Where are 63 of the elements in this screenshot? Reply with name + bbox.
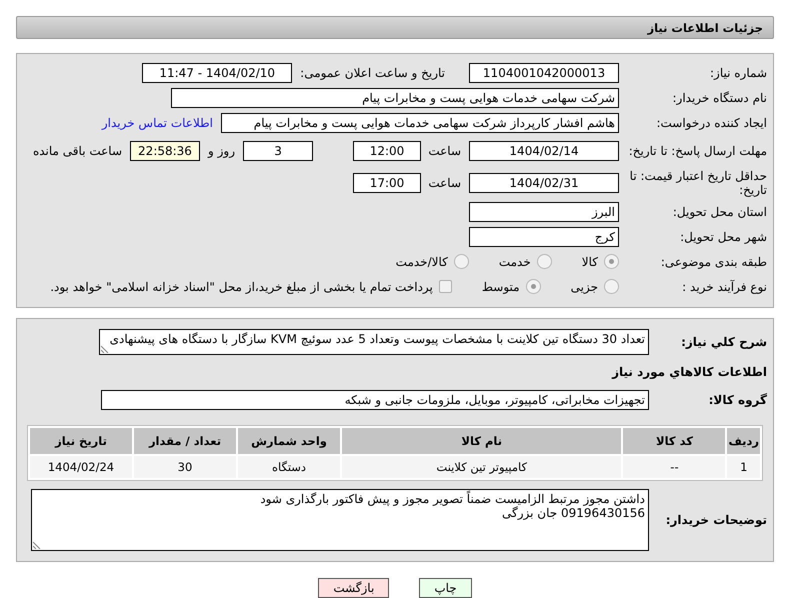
validity-time-field[interactable]: 17:00 (353, 173, 421, 193)
field-label: روز و (208, 144, 235, 158)
validity-date-field[interactable]: 1404/02/31 (469, 173, 619, 193)
field-label: تاریخ و ساعت اعلان عمومی: (300, 66, 445, 80)
radio-button[interactable] (604, 279, 619, 294)
column-header: ردیف (727, 428, 760, 454)
radio-button[interactable] (604, 254, 619, 269)
field-label: شرح کلي نياز: (680, 335, 767, 349)
announce-date-field[interactable]: 1404/02/10 - 11:47 (142, 62, 292, 82)
field-label: توضیحات خریدار: (664, 513, 767, 527)
table-cell: -- (623, 456, 726, 478)
table-cell: دستگاه (238, 456, 340, 478)
column-header: کد کالا (623, 428, 726, 454)
need-number-field[interactable]: 1104001042000013 (469, 62, 619, 82)
radio-label: کالا/خدمت (396, 254, 448, 268)
field-label: ساعت باقی مانده (32, 144, 122, 158)
city-field[interactable]: کرج (469, 226, 619, 246)
resize-grip-icon[interactable] (101, 345, 109, 353)
table-cell: 30 (134, 456, 236, 478)
field-label: استان محل تحویل: (672, 204, 767, 218)
buyer-contact-link[interactable]: اطلاعات تماس خریدار (102, 116, 213, 130)
column-header: تعداد / مقدار (134, 428, 236, 454)
table-cell: 1404/02/24 (30, 456, 132, 478)
back-button[interactable]: بازگشت (318, 578, 390, 598)
field-label: مهلت ارسال پاسخ: تا تاریخ: (628, 144, 767, 158)
field-label: ساعت (429, 144, 461, 158)
goods-group-field[interactable]: تجهیزات مخابراتی، کامپیوتر، موبایل، ملزومات جانبی و شبکه (101, 390, 649, 410)
radio-button[interactable] (454, 254, 469, 269)
deadline-time-field[interactable]: 12:00 (353, 141, 421, 161)
field-label: نام دستگاه خریدار: (672, 90, 767, 104)
radio-label: خدمت (498, 254, 531, 268)
province-field[interactable]: البرز (469, 202, 619, 222)
resize-grip-icon[interactable] (33, 541, 41, 549)
remaining-time-field[interactable]: 22:58:36 (130, 141, 200, 161)
radio-label: جزیی (570, 280, 598, 294)
page-title: جزئیات اطلاعات نیاز (647, 20, 763, 34)
section-heading: اطلاعات کالاهاي مورد نياز (610, 364, 767, 381)
checkbox-label: پرداخت تمام یا بخشی از مبلغ خرید،از محل "اسناد خزانه اسلامی" خواهد بود. (50, 280, 433, 294)
field-label: طبقه بندی موضوعی: (660, 254, 767, 268)
checkbox[interactable] (438, 280, 452, 293)
radio-button[interactable] (536, 254, 552, 269)
buyer-org-field[interactable]: شرکت سهامی خدمات هوایی پست و مخابرات پیام (171, 88, 619, 108)
buyer-notes-field[interactable]: داشتن مجوز مرتبط الزامیست ضمناً تصویر مجوز و پیش فاکتور بارگذاری شود 09196430156 جان بزرگی (31, 489, 649, 551)
field-label: شهر محل تحویل: (679, 230, 767, 244)
description-field[interactable]: تعداد 30 دستگاه تین کلاینت با مشخصات پیوست وتعداد 5 عدد سوئیچ KVM سازگار با دستگاه های پیشنهادی (99, 329, 649, 355)
table-cell: 1 (727, 456, 760, 478)
field-label: ایجاد کننده درخواست: (655, 116, 767, 130)
radio-label: متوسط (482, 280, 520, 294)
deadline-date-field[interactable]: 1404/02/14 (469, 141, 619, 161)
column-header: واحد شمارش (238, 428, 340, 454)
radio-label: کالا (582, 254, 598, 268)
field-label: شماره نیاز: (709, 66, 767, 80)
column-header: نام کالا (342, 428, 622, 454)
column-header: تاریخ نیاز (30, 428, 132, 454)
radio-button[interactable] (526, 279, 541, 294)
creator-field[interactable]: هاشم افشار کارپرداز شرکت سهامی خدمات هوایی پست و مخابرات پیام (221, 112, 619, 132)
days-field[interactable]: 3 (243, 141, 313, 161)
table-cell: کامپیوتر تین کلاینت (342, 456, 622, 478)
field-label: ساعت (429, 176, 461, 190)
field-label: حداقل تاریخ اعتبار قیمت: تا تاریخ: (628, 169, 767, 197)
field-label: نوع فرآیند خرید : (681, 280, 767, 294)
field-label: گروه کالا: (708, 393, 767, 407)
print-button[interactable]: چاپ (419, 578, 472, 598)
